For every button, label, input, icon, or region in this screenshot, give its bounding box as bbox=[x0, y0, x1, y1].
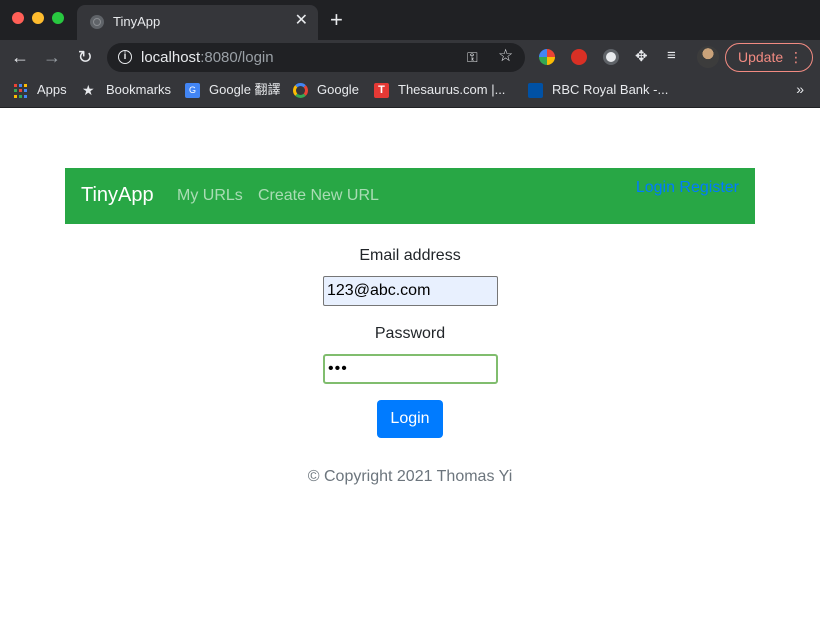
globe-icon bbox=[90, 15, 104, 29]
site-navbar: TinyApp My URLs Create New URL Login Reg… bbox=[65, 168, 755, 224]
extension-record-icon[interactable] bbox=[603, 49, 619, 65]
address-bar[interactable]: i localhost:8080/login ⚿ ☆ bbox=[107, 43, 525, 72]
close-window-button[interactable] bbox=[12, 12, 24, 24]
minimize-window-button[interactable] bbox=[32, 12, 44, 24]
bookmark-label: Apps bbox=[37, 82, 67, 97]
browser-toolbar: ← → ↻ i localhost:8080/login ⚿ ☆ ✥ ≡ Upd… bbox=[0, 40, 820, 75]
google-icon bbox=[293, 83, 308, 98]
extensions-puzzle-icon[interactable]: ✥ bbox=[635, 47, 651, 65]
bookmark-label: Thesaurus.com |... bbox=[398, 82, 506, 97]
password-label: Password bbox=[374, 325, 446, 342]
bookmark-star-icon[interactable]: ☆ bbox=[498, 46, 513, 66]
email-label: Email address bbox=[359, 247, 461, 264]
update-label: Update bbox=[738, 49, 784, 65]
reload-icon[interactable]: ↻ bbox=[74, 46, 96, 68]
forward-arrow-icon[interactable]: → bbox=[41, 46, 63, 68]
media-queue-icon[interactable]: ≡ bbox=[667, 47, 683, 64]
back-arrow-icon[interactable]: ← bbox=[9, 46, 31, 68]
url-text[interactable]: localhost:8080/login bbox=[141, 49, 274, 66]
url-path: :8080/login bbox=[200, 49, 274, 66]
nav-my-urls[interactable]: My URLs bbox=[177, 187, 243, 205]
extension-stop-icon[interactable] bbox=[571, 49, 587, 65]
footer-copyright: © Copyright 2021 Thomas Yi bbox=[307, 468, 513, 485]
nav-login-register[interactable]: Login Register bbox=[636, 179, 739, 197]
site-info-icon[interactable]: i bbox=[118, 50, 132, 64]
login-button[interactable]: Login bbox=[377, 400, 443, 438]
tab-strip: TinyApp ✕ + bbox=[0, 0, 820, 40]
new-tab-button[interactable]: + bbox=[330, 9, 343, 31]
maximize-window-button[interactable] bbox=[52, 12, 64, 24]
navbar-brand[interactable]: TinyApp bbox=[81, 184, 154, 207]
update-button[interactable]: Update ⋮ bbox=[725, 43, 813, 72]
url-host: localhost bbox=[141, 49, 201, 66]
key-icon[interactable]: ⚿ bbox=[467, 49, 478, 66]
tab-title: TinyApp bbox=[113, 14, 161, 29]
bookmark-label: RBC Royal Bank -... bbox=[552, 82, 669, 97]
profile-avatar[interactable] bbox=[697, 46, 719, 68]
bookmark-label: Google 翻譯 bbox=[209, 82, 281, 97]
browser-tab-active[interactable]: TinyApp ✕ bbox=[77, 5, 318, 40]
more-bookmarks-chevron-icon[interactable]: » bbox=[796, 81, 804, 97]
password-field[interactable]: ••• bbox=[323, 354, 498, 384]
bookmarks-bar: Apps ★ Bookmarks G Google 翻譯 Google T Th… bbox=[0, 75, 820, 108]
thesaurus-icon: T bbox=[374, 83, 389, 98]
star-icon: ★ bbox=[82, 82, 95, 98]
email-field[interactable]: 123@abc.com bbox=[323, 276, 498, 306]
menu-dots-icon: ⋮ bbox=[789, 49, 803, 65]
rbc-icon bbox=[528, 83, 543, 98]
nav-create-new-url[interactable]: Create New URL bbox=[258, 187, 379, 205]
bookmark-label: Google bbox=[317, 82, 359, 97]
google-translate-icon: G bbox=[185, 83, 200, 98]
apps-grid-icon bbox=[14, 83, 29, 98]
bookmark-label: Bookmarks bbox=[106, 82, 172, 97]
close-tab-icon[interactable]: ✕ bbox=[295, 12, 308, 30]
extension-color-icon[interactable] bbox=[539, 49, 555, 65]
